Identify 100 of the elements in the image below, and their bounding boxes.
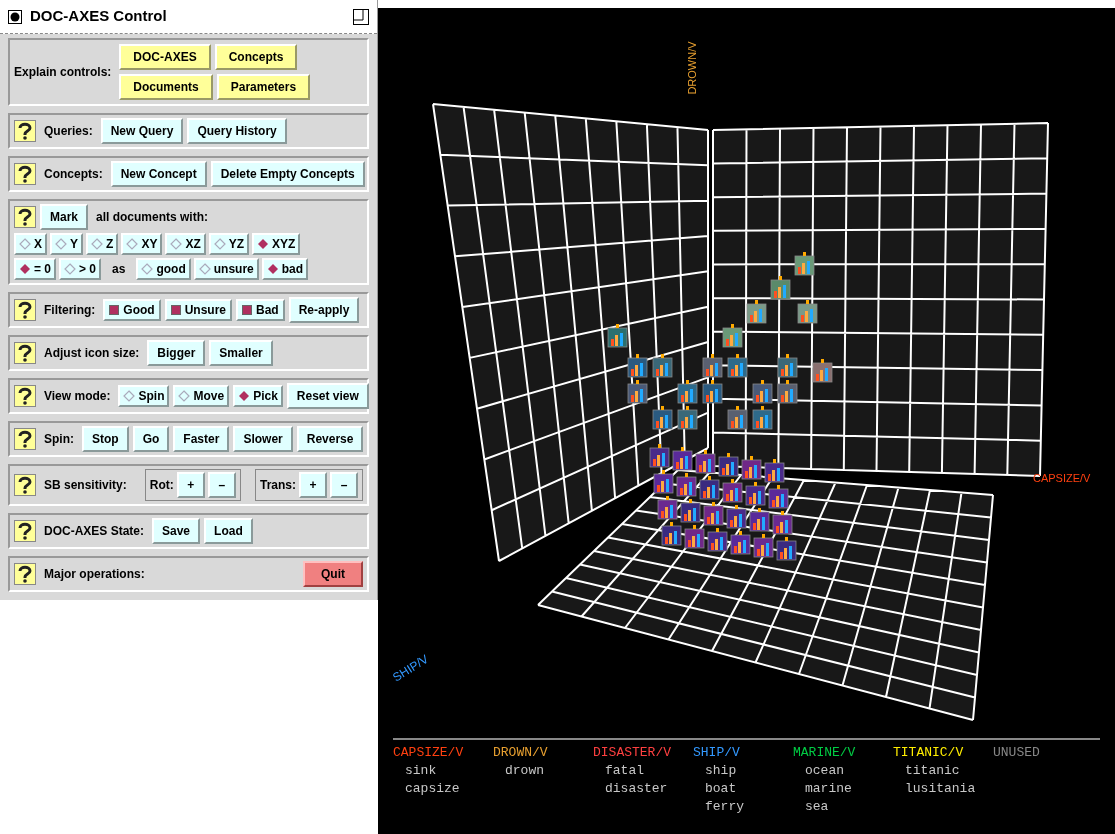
checkbox-toggle[interactable]: Good	[103, 299, 161, 321]
document-icon[interactable]	[661, 522, 682, 546]
document-icon[interactable]	[722, 324, 743, 348]
radio-toggle[interactable]: Y	[50, 233, 84, 255]
action-button[interactable]: Mark	[40, 204, 88, 230]
action-button[interactable]: Load	[204, 518, 253, 544]
action-button[interactable]: Delete Empty Concepts	[210, 161, 365, 187]
document-icon[interactable]	[672, 447, 693, 471]
document-icon[interactable]	[752, 406, 773, 430]
radio-toggle[interactable]: good	[136, 258, 191, 280]
document-icon[interactable]	[653, 470, 674, 494]
step-button[interactable]: +	[176, 472, 205, 498]
action-button[interactable]: Slower	[233, 426, 293, 452]
radio-toggle[interactable]: Move	[173, 385, 230, 407]
explain-button[interactable]: DOC-AXES	[119, 44, 211, 70]
document-icon[interactable]	[770, 276, 791, 300]
document-icon[interactable]	[764, 459, 785, 483]
document-icon[interactable]	[627, 354, 648, 378]
action-button[interactable]: Re-apply	[288, 297, 360, 323]
explain-button[interactable]: Documents	[119, 74, 213, 100]
help-icon[interactable]	[14, 120, 36, 142]
document-icon[interactable]	[722, 479, 743, 503]
document-icon[interactable]	[745, 482, 766, 506]
document-icon[interactable]	[703, 502, 724, 526]
document-icon[interactable]	[702, 354, 723, 378]
radio-toggle[interactable]: Spin	[118, 385, 170, 407]
step-button[interactable]: –	[207, 472, 236, 498]
radio-toggle[interactable]: = 0	[14, 258, 56, 280]
document-icon[interactable]	[797, 300, 818, 324]
action-button[interactable]: Stop	[82, 426, 129, 452]
checkbox-toggle[interactable]: Unsure	[164, 299, 232, 321]
action-button[interactable]: Faster	[173, 426, 230, 452]
radio-toggle[interactable]: unsure	[193, 258, 259, 280]
action-button[interactable]: New Concept	[110, 161, 207, 187]
document-icon[interactable]	[727, 406, 748, 430]
document-icon[interactable]	[772, 511, 793, 535]
document-icon[interactable]	[702, 380, 723, 404]
document-icon[interactable]	[627, 380, 648, 404]
quit-button[interactable]: Quit	[303, 561, 363, 587]
action-button[interactable]: Bigger	[147, 340, 206, 366]
action-button[interactable]: Smaller	[209, 340, 273, 366]
document-icon[interactable]	[777, 380, 798, 404]
document-icon[interactable]	[741, 456, 762, 480]
document-icon[interactable]	[746, 300, 767, 324]
document-icon[interactable]	[649, 444, 670, 468]
document-icon[interactable]	[657, 496, 678, 520]
window-menu-icon[interactable]	[8, 9, 22, 24]
action-button[interactable]: Save	[152, 518, 201, 544]
explain-button[interactable]: Concepts	[214, 44, 298, 70]
document-icon[interactable]	[680, 499, 701, 523]
radio-toggle[interactable]: Pick	[233, 385, 283, 407]
step-button[interactable]: +	[299, 472, 327, 498]
radio-toggle[interactable]: XYZ	[252, 233, 301, 255]
radio-toggle[interactable]: bad	[261, 258, 309, 280]
document-icon[interactable]	[718, 453, 739, 477]
document-icon[interactable]	[607, 324, 628, 348]
radio-toggle[interactable]: XY	[121, 233, 163, 255]
document-icon[interactable]	[768, 485, 789, 509]
document-icon[interactable]	[749, 508, 770, 532]
help-icon[interactable]	[14, 428, 36, 450]
explain-button[interactable]: Parameters	[216, 74, 311, 100]
help-icon[interactable]	[14, 342, 36, 364]
document-icon[interactable]	[752, 380, 773, 404]
document-icon[interactable]	[677, 380, 698, 404]
help-icon[interactable]	[14, 474, 36, 496]
help-icon[interactable]	[14, 563, 36, 585]
radio-toggle[interactable]: > 0	[59, 258, 102, 280]
document-icon[interactable]	[652, 406, 673, 430]
help-icon[interactable]	[14, 206, 36, 228]
help-icon[interactable]	[14, 385, 36, 407]
action-button[interactable]: Go	[132, 426, 170, 452]
help-icon[interactable]	[14, 520, 36, 542]
maximize-icon[interactable]	[353, 8, 369, 25]
step-button[interactable]: –	[330, 472, 358, 498]
help-icon[interactable]	[14, 163, 36, 185]
document-icon[interactable]	[677, 406, 698, 430]
document-icon[interactable]	[699, 476, 720, 500]
action-button[interactable]: Reverse	[296, 426, 364, 452]
radio-toggle[interactable]: XZ	[165, 233, 206, 255]
document-icon[interactable]	[652, 354, 673, 378]
action-button[interactable]: New Query	[100, 118, 184, 144]
document-icon[interactable]	[695, 450, 716, 474]
document-icon[interactable]	[730, 531, 751, 555]
radio-toggle[interactable]: YZ	[208, 233, 250, 255]
action-button[interactable]: Reset view	[286, 383, 369, 409]
document-icon[interactable]	[794, 252, 815, 276]
document-icon[interactable]	[726, 505, 747, 529]
help-icon[interactable]	[14, 299, 36, 321]
document-icon[interactable]	[684, 525, 705, 549]
document-icon[interactable]	[777, 354, 798, 378]
action-button[interactable]: Query History	[187, 118, 287, 144]
document-icon[interactable]	[707, 528, 728, 552]
radio-toggle[interactable]: X	[14, 233, 47, 255]
document-icon[interactable]	[727, 354, 748, 378]
document-icon[interactable]	[776, 537, 797, 561]
document-icon[interactable]	[753, 534, 774, 558]
document-icon[interactable]	[676, 473, 697, 497]
document-icon[interactable]	[812, 359, 833, 383]
checkbox-toggle[interactable]: Bad	[236, 299, 285, 321]
radio-toggle[interactable]: Z	[86, 233, 119, 255]
